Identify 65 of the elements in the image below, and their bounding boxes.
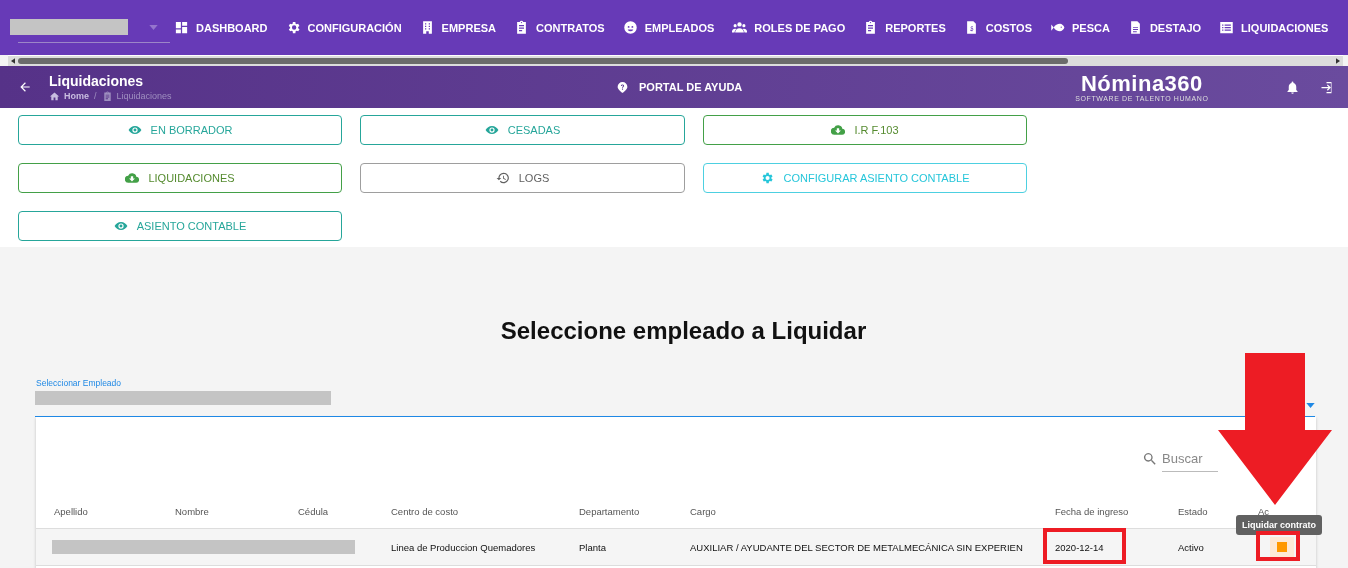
clipboard-icon [514, 20, 529, 35]
column-header[interactable]: Apellido [54, 506, 175, 517]
home-icon [49, 90, 60, 102]
scroll-right-icon [1336, 58, 1340, 64]
nav-menu-item[interactable]: EMPRESA [419, 20, 496, 35]
tooltip: Liquidar contrato [1236, 515, 1322, 535]
logo-wordmark: Nómina360 [1080, 72, 1203, 95]
settings-icon [760, 171, 775, 185]
action-button[interactable]: I.R F.103 [703, 115, 1027, 145]
action-button[interactable]: LIQUIDACIONES [18, 163, 342, 193]
column-header[interactable]: Centro de costo [391, 506, 579, 517]
nav-menu-item[interactable]: COSTOS [963, 20, 1032, 35]
list-icon [1219, 20, 1235, 35]
breadcrumb-link[interactable]: Home [49, 90, 89, 102]
highlight-frame [1256, 531, 1300, 561]
nav-menu-item[interactable]: CONFIGURACIÓN [285, 20, 402, 35]
face-icon [622, 20, 638, 35]
nav-menu-item[interactable]: EMPLEADOS [622, 20, 715, 35]
column-header[interactable]: Fecha de ingreso [1055, 506, 1178, 517]
table-cell-text: AUXILIAR / AYUDANTE DEL SECTOR DE METALMECÁNICA SIN EXPERIEN [690, 541, 1024, 553]
logout-icon [1319, 79, 1334, 95]
scroll-left-icon [11, 58, 15, 64]
horizontal-scrollbar[interactable] [8, 55, 1343, 66]
liquidate-button[interactable] [1270, 537, 1294, 557]
eye-icon [484, 123, 499, 137]
nav-menu-item[interactable]: REPORTES [863, 20, 946, 35]
cloud-download-icon [125, 171, 140, 185]
table-cell-text: Planta [579, 541, 607, 553]
action-button[interactable]: LOGS [360, 163, 685, 193]
search-icon [1142, 451, 1158, 467]
nav-menu-item[interactable]: LIQUIDACIONES [1219, 20, 1329, 35]
table-cell-text: Linea de Produccion Quemadores [391, 541, 537, 553]
table-cell-text: 2020-12-14 [1055, 541, 1105, 553]
column-header[interactable]: Estado [1178, 506, 1258, 517]
bell-icon [1285, 79, 1300, 95]
eye-icon [127, 123, 142, 137]
column-header[interactable]: Departamento [579, 506, 690, 517]
column-header[interactable]: Ac [1258, 506, 1316, 517]
nav-menu-item[interactable]: CONTRATOS [514, 20, 605, 35]
page-title: Liquidaciones [49, 72, 145, 89]
caret-icon [149, 24, 158, 30]
column-header[interactable]: Cédula [298, 506, 391, 517]
nav-menu-item[interactable]: DESTAJO [1127, 20, 1202, 35]
people-icon [732, 20, 748, 35]
field-label: Seleccionar Empleado [35, 378, 123, 388]
caret-icon [1306, 403, 1315, 408]
history-icon [495, 171, 510, 185]
column-header[interactable]: Cargo [690, 506, 1055, 517]
square-icon [1277, 542, 1287, 552]
breadcrumb-separator: / [94, 91, 97, 101]
back-arrow-icon [18, 80, 32, 94]
scrollbar-thumb[interactable] [18, 58, 1068, 64]
nav-menu-item[interactable]: PESCA [1050, 20, 1110, 35]
section-title: Seleccione empleado a Liquidar [499, 317, 868, 345]
nav-menu-item[interactable]: DASHBOARD [174, 20, 268, 35]
column-header[interactable]: Nombre [175, 506, 298, 517]
table-cell-text: Activo [1178, 541, 1205, 553]
nav-menu-item[interactable]: ROLES DE PAGO [732, 20, 846, 35]
help-portal-link[interactable]: PORTAL DE AYUDA [616, 80, 743, 94]
help-icon [616, 80, 629, 94]
clipboard-icon [101, 90, 113, 102]
cloud-download-icon [831, 123, 846, 137]
eye-icon [113, 219, 128, 233]
dashboard-icon [174, 20, 189, 35]
search-field[interactable]: Buscar [1162, 446, 1218, 472]
